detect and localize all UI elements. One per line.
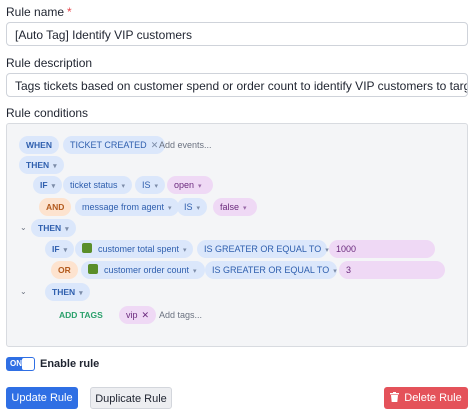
if-keyword-1[interactable]: IF ▾ xyxy=(33,176,63,194)
chevron-down-icon: ▾ xyxy=(65,226,69,233)
or-keyword[interactable]: OR xyxy=(51,261,78,279)
then-keyword-2[interactable]: THEN ▾ xyxy=(31,219,76,237)
add-tags-action[interactable]: ADD TAGS xyxy=(59,306,103,324)
operator-select-2[interactable]: IS ▾ xyxy=(177,198,208,216)
condition-field-customer-order-count[interactable]: customer order count ▾ xyxy=(81,261,205,279)
shopify-icon xyxy=(88,264,98,274)
chevron-down-icon: ▾ xyxy=(193,268,197,275)
value-input-4[interactable]: 3 xyxy=(339,261,445,279)
add-tags-input[interactable]: Add tags... xyxy=(159,306,202,324)
required-mark: * xyxy=(67,5,72,19)
delete-rule-button[interactable]: Delete Rule xyxy=(384,387,468,409)
condition-field-customer-total-spent[interactable]: customer total spent ▾ xyxy=(75,240,193,258)
chevron-down-icon: ▾ xyxy=(333,268,337,275)
if-2-label: IF xyxy=(52,244,60,254)
rule-conditions-label: Rule conditions xyxy=(6,106,89,120)
shopify-icon xyxy=(82,243,92,253)
value-2-label: false xyxy=(220,202,240,212)
delete-rule-label: Delete Rule xyxy=(404,392,462,404)
then-keyword-1[interactable]: THEN ▾ xyxy=(19,156,64,174)
event-tag[interactable]: TICKET CREATED ✕ xyxy=(63,136,166,154)
chevron-down-icon: ▾ xyxy=(168,205,172,212)
trash-icon xyxy=(390,392,400,402)
rule-name-label: Rule name * xyxy=(6,5,72,19)
field-4-label: customer order count xyxy=(104,265,190,275)
chevron-down-icon: ▾ xyxy=(79,290,83,297)
tag-vip[interactable]: vip ✕ xyxy=(119,306,157,324)
toggle-knob xyxy=(22,358,34,370)
toggle-state: ON xyxy=(10,359,22,368)
tag-vip-label: vip xyxy=(126,310,138,320)
field-2-label: message from agent xyxy=(82,202,165,212)
update-rule-button[interactable]: Update Rule xyxy=(6,387,78,409)
and-keyword[interactable]: AND xyxy=(39,198,72,216)
then-3-label: THEN xyxy=(52,287,76,297)
chevron-down-icon: ▾ xyxy=(183,247,187,254)
rule-name-input[interactable]: [Auto Tag] Identify VIP customers xyxy=(6,22,468,46)
chevron-down-icon: ▾ xyxy=(51,183,56,190)
rule-description-input[interactable]: Tags tickets based on customer spend or … xyxy=(6,73,468,97)
op-4-label: IS GREATER OR EQUAL TO xyxy=(212,265,330,275)
operator-select-4[interactable]: IS GREATER OR EQUAL TO ▾ xyxy=(205,261,337,279)
rule-description-label: Rule description xyxy=(6,56,93,70)
enable-rule-label: Enable rule xyxy=(40,358,100,370)
enable-rule-toggle[interactable]: ON xyxy=(6,357,35,371)
rule-name-label-text: Rule name xyxy=(6,5,65,19)
then-1-label: THEN xyxy=(26,160,50,170)
close-icon[interactable]: ✕ xyxy=(151,140,159,150)
condition-field-message-from-agent[interactable]: message from agent ▾ xyxy=(75,198,179,216)
operator-select-3[interactable]: IS GREATER OR EQUAL TO ▾ xyxy=(197,240,329,258)
when-keyword: WHEN xyxy=(19,136,59,154)
event-tag-label: TICKET CREATED xyxy=(70,140,147,150)
chevron-down-icon: ▾ xyxy=(198,183,202,190)
field-3-label: customer total spent xyxy=(98,244,180,254)
chevron-down-icon: ▾ xyxy=(196,205,201,212)
op-1-label: IS xyxy=(142,180,151,190)
operator-select-1[interactable]: IS ▾ xyxy=(135,176,166,194)
value-1-label: open xyxy=(174,180,195,190)
caret-down-icon[interactable]: ⌄ xyxy=(20,287,27,296)
chevron-down-icon: ▾ xyxy=(243,205,247,212)
chevron-down-icon: ▾ xyxy=(63,247,68,254)
chevron-down-icon: ▾ xyxy=(53,163,57,170)
value-select-1[interactable]: open ▾ xyxy=(167,176,213,194)
then-2-label: THEN xyxy=(38,223,62,233)
if-1-label: IF xyxy=(40,180,48,190)
value-select-2[interactable]: false ▾ xyxy=(213,198,257,216)
chevron-down-icon: ▾ xyxy=(154,183,159,190)
condition-field-ticket-status[interactable]: ticket status ▾ xyxy=(63,176,133,194)
op-3-label: IS GREATER OR EQUAL TO xyxy=(204,244,322,254)
field-1-label: ticket status xyxy=(70,180,118,190)
close-icon[interactable]: ✕ xyxy=(142,310,150,320)
add-events-input[interactable]: Add events... xyxy=(159,136,212,154)
chevron-down-icon: ▾ xyxy=(121,183,126,190)
if-keyword-2[interactable]: IF ▾ xyxy=(45,240,75,258)
rule-conditions-panel: WHEN TICKET CREATED ✕ Add events... THEN ▾… xyxy=(6,123,468,347)
caret-down-icon[interactable]: ⌄ xyxy=(20,223,27,232)
op-2-label: IS xyxy=(184,202,193,212)
value-input-3[interactable]: 1000 xyxy=(329,240,435,258)
then-keyword-3[interactable]: THEN ▾ xyxy=(45,283,90,301)
duplicate-rule-button[interactable]: Duplicate Rule xyxy=(90,387,172,409)
